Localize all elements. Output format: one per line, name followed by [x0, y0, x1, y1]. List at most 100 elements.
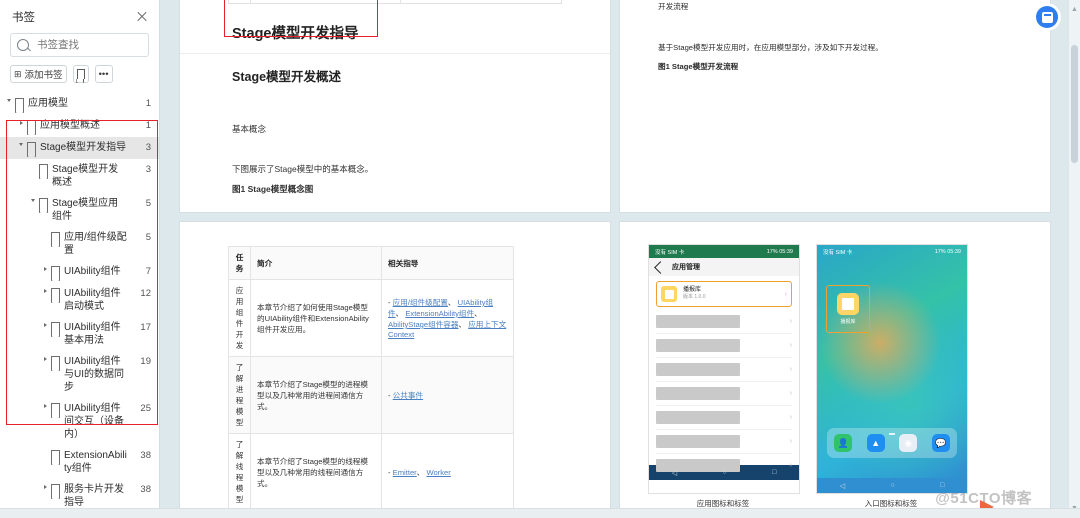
bookmark-icon	[15, 98, 24, 109]
bookmark-page-number: 3	[145, 164, 151, 175]
bookmark-tree[interactable]: 应用模型 1 应用模型概述 1 Stage模型开发指导 3 Stage模型开发概述 3 Stag…	[0, 89, 159, 518]
table-link[interactable]: AbilityStage组件容器	[388, 320, 458, 329]
table-link[interactable]: ExtensionAbility组件	[405, 309, 474, 318]
camera-icon[interactable]: ◉	[899, 434, 918, 452]
chevron-right-icon[interactable]	[40, 483, 50, 489]
save-icon[interactable]	[1036, 6, 1058, 28]
bookmark-label: UIAbility组件与UI的数据同步	[64, 356, 124, 393]
bookmark-icon	[51, 288, 60, 299]
page1-divider	[180, 53, 610, 54]
table-cell-task: 了解进程模型	[227, 356, 252, 434]
bookmark-icon	[39, 164, 48, 175]
bookmark-item[interactable]: UIAbility组件与UI的数据同步 19	[0, 351, 159, 398]
app-icon	[837, 293, 859, 315]
phone2-dock: 👤 ▲ ◉ 💬	[827, 428, 957, 458]
page2-body: 基于Stage模型开发应用时，在应用模型部分，涉及如下开发过程。	[658, 43, 883, 52]
bookmark-item[interactable]: Stage模型开发概述 3	[0, 159, 159, 193]
chevron-right-icon[interactable]	[40, 355, 50, 361]
chevron-down-icon[interactable]	[28, 197, 38, 202]
bookmark-item[interactable]: UIAbility组件 7	[0, 261, 159, 283]
document-page-1[interactable]: 文件 件概述（FA模型）。 （Stage模型）。 Stage模型开发指导 Sta…	[180, 0, 610, 212]
contacts-icon[interactable]: 👤	[834, 434, 853, 452]
search-icon	[17, 39, 29, 51]
bookmark-search[interactable]	[10, 33, 149, 57]
gallery-icon[interactable]: ▲	[866, 434, 885, 452]
document-page-3[interactable]: 任务 简介 相关指导 应用组件开发本章节介绍了如何使用Stage模型的UIAbi…	[180, 222, 610, 518]
document-page-2[interactable]: 实例所在都会与该实例产生关联。开发者可以使用AbilityStage获取该HAP…	[620, 0, 1050, 212]
viewer-scrollbar[interactable]: ▲ ▼	[1068, 0, 1080, 518]
table-cell-links: - 公共事件	[381, 356, 514, 434]
app-version: 版本 1.0.0	[683, 294, 706, 300]
bookmark-icon	[39, 198, 48, 209]
chevron-right-icon: ›	[789, 438, 792, 445]
document-viewer[interactable]: 文件 件概述（FA模型）。 （Stage模型）。 Stage模型开发指导 Sta…	[160, 0, 1080, 518]
bookmark-item[interactable]: UIAbility组件基本用法 17	[0, 317, 159, 351]
bookmark-page-number: 1	[145, 98, 151, 109]
bookmark-page-number: 5	[145, 232, 151, 243]
list-item[interactable]: ›	[656, 430, 792, 454]
document-page-4[interactable]: 没有 SIM 卡 17% 05:39 应用管理 播报库 版本 1.0.0 › ›…	[620, 222, 1050, 518]
bookmark-item[interactable]: 应用模型概述 1	[0, 115, 159, 137]
page1-heading-1: Stage模型开发指导	[232, 26, 359, 42]
phone-frame-1: 没有 SIM 卡 17% 05:39 应用管理 播报库 版本 1.0.0 › ›…	[648, 244, 800, 494]
bookmark-item[interactable]: Stage模型应用组件 5	[0, 193, 159, 227]
desktop-app-icon[interactable]: 播报库	[826, 285, 870, 333]
list-item-highlighted[interactable]: 播报库 版本 1.0.0 ›	[656, 281, 792, 307]
chevron-down-icon[interactable]	[16, 141, 26, 146]
list-item[interactable]: ›	[656, 382, 792, 406]
chevron-right-icon[interactable]	[40, 321, 50, 327]
list-item[interactable]: ›	[656, 334, 792, 358]
page1-heading-2: Stage模型开发概述	[232, 70, 342, 84]
back-icon[interactable]	[654, 260, 667, 274]
bookmark-label: UIAbility组件启动模式	[64, 288, 121, 312]
list-item[interactable]: ›	[656, 406, 792, 430]
app-icon	[661, 286, 677, 302]
bookmark-label: UIAbility组件基本用法	[64, 322, 121, 346]
nav-back-icon[interactable]: ◁	[840, 482, 845, 490]
nav-home-icon[interactable]: ○	[722, 469, 726, 476]
add-bookmark-label: 添加书签	[24, 70, 63, 81]
chevron-right-icon[interactable]	[40, 287, 50, 293]
bookmark-item[interactable]: Stage模型开发指导 3	[0, 137, 159, 159]
bookmark-item[interactable]: ExtensionAbility组件 38	[0, 445, 159, 479]
collapse-bookmarks-button[interactable]	[72, 65, 89, 83]
chevron-right-icon[interactable]	[40, 265, 50, 271]
scrollbar-thumb[interactable]	[1071, 45, 1078, 163]
dock-handle	[889, 433, 895, 435]
list-item[interactable]: ›	[656, 310, 792, 334]
page3-task-table: 任务 简介 相关指导 应用组件开发本章节介绍了如何使用Stage模型的UIAbi…	[227, 246, 514, 518]
sidebar-toolbar: ⊞ 添加书签 •••	[0, 57, 159, 89]
bookmark-page-number: 38	[140, 484, 151, 495]
bookmark-item[interactable]: 应用模型 1	[0, 93, 159, 115]
bookmark-icon	[51, 403, 60, 414]
nav-back-icon[interactable]: ◁	[672, 469, 677, 477]
nav-recents-icon[interactable]: □	[772, 469, 776, 476]
nav-home-icon[interactable]: ○	[890, 482, 894, 489]
close-icon[interactable]	[135, 10, 149, 24]
list-item[interactable]: ›	[656, 358, 792, 382]
phone-frame-2: 没有 SIM 卡 17% 05:39 播报库 👤 ▲ ◉ 💬 ◁ ○ □	[816, 244, 968, 494]
table-cell-intro: 本章节介绍了Stage模型的线程模型以及几种常用的线程间通信方式。	[250, 433, 383, 511]
phone1-status-right: 17% 05:39	[766, 248, 793, 255]
table-link[interactable]: 应用/组件级配置	[393, 298, 448, 307]
scroll-up-arrow[interactable]: ▲	[1071, 6, 1078, 13]
table-link[interactable]: Worker	[426, 468, 450, 477]
bookmark-item[interactable]: 应用/组件级配置 5	[0, 227, 159, 261]
chevron-right-icon[interactable]	[16, 119, 26, 125]
bookmark-page-number: 19	[140, 356, 151, 367]
phone1-status-left: 没有 SIM 卡	[655, 249, 685, 256]
search-input[interactable]	[35, 38, 142, 52]
bookmark-item[interactable]: UIAbility组件间交互（设备内） 25	[0, 398, 159, 445]
chevron-down-icon[interactable]	[4, 97, 14, 102]
add-bookmark-button[interactable]: ⊞ 添加书签	[10, 65, 67, 83]
more-options-button[interactable]: •••	[94, 65, 113, 83]
table-link[interactable]: Emitter	[393, 468, 417, 477]
bookmark-icon	[51, 450, 60, 461]
bookmark-item[interactable]: UIAbility组件启动模式 12	[0, 283, 159, 317]
chevron-right-icon[interactable]	[40, 402, 50, 408]
messages-icon[interactable]: 💬	[931, 434, 950, 452]
table-cell-task: 应用组件开发	[227, 279, 252, 357]
table-link[interactable]: 公共事件	[393, 391, 423, 400]
